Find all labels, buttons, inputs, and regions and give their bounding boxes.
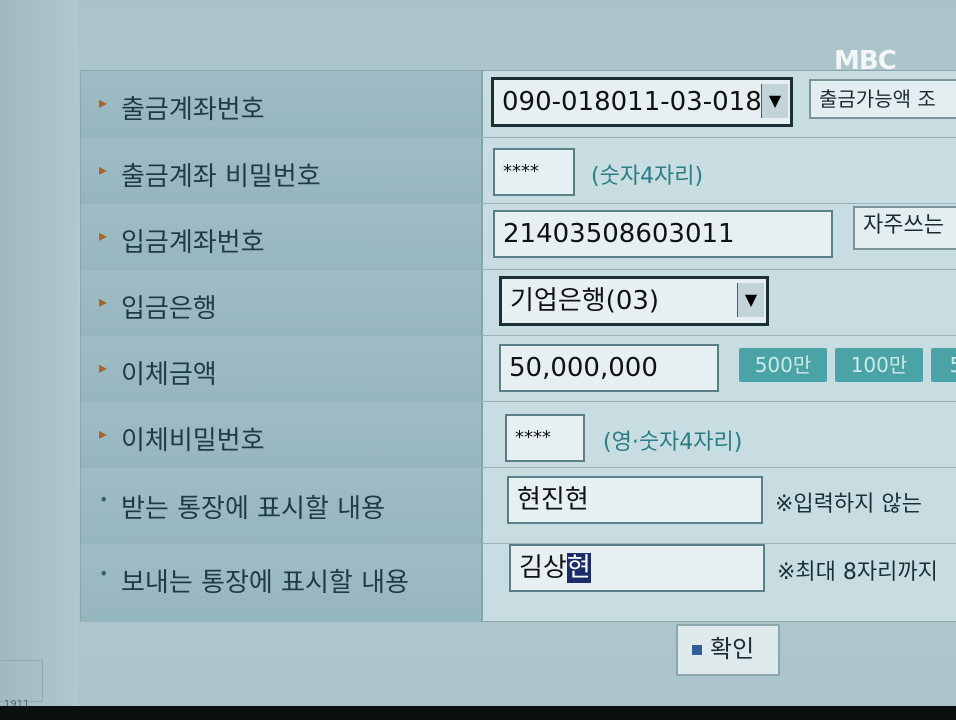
quick-amount-button[interactable]: 5 xyxy=(931,348,956,382)
row-label: 출금계좌 비밀번호 xyxy=(99,156,321,193)
background-window-fragment: 1911 xyxy=(0,660,43,710)
transfer-form: 출금계좌번호 090-018011-03-018 ▼ 출금가능액 조 출금계좌 … xyxy=(80,70,956,622)
recipient-memo-input[interactable]: 현진현 xyxy=(507,476,763,524)
sender-memo-selected-char: 현 xyxy=(566,553,591,583)
quick-amount-1m-button[interactable]: 100만 xyxy=(835,348,923,382)
row-label: 입금계좌번호 xyxy=(99,222,264,259)
label-cell: 입금은행 xyxy=(81,270,483,336)
sender-memo-input[interactable]: 김상현 xyxy=(509,544,765,592)
chevron-down-icon[interactable]: ▼ xyxy=(737,283,764,317)
amount-input[interactable]: 50,000,000 xyxy=(499,344,719,392)
row-label: 이체금액 xyxy=(99,354,217,391)
row-label: 입금은행 xyxy=(99,288,217,325)
deposit-bank-select[interactable]: 기업은행(03) ▼ xyxy=(499,276,769,326)
row-withdraw-password: 출금계좌 비밀번호 **** (숫자4자리) xyxy=(81,137,956,204)
sender-memo-text: 김상 xyxy=(519,553,567,583)
frequent-accounts-button[interactable]: 자주쓰는 xyxy=(853,206,956,250)
withdraw-account-select[interactable]: 090-018011-03-018 ▼ xyxy=(491,77,793,127)
row-recipient-memo: 받는 통장에 표시할 내용 현진현 ※입력하지 않는 xyxy=(81,467,956,544)
confirm-label: 확인 xyxy=(710,635,755,663)
row-deposit-bank: 입금은행 기업은행(03) ▼ xyxy=(81,269,956,336)
withdraw-password-hint: (숫자4자리) xyxy=(591,164,704,189)
label-cell: 이체비밀번호 xyxy=(81,402,483,468)
row-label: 받는 통장에 표시할 내용 xyxy=(99,488,385,525)
label-cell: 이체금액 xyxy=(81,336,483,402)
transfer-password-hint: (영·숫자4자리) xyxy=(603,430,743,455)
row-label: 보내는 통장에 표시할 내용 xyxy=(99,562,409,599)
row-label: 출금계좌번호 xyxy=(99,89,264,126)
transfer-password-input[interactable]: **** xyxy=(505,414,585,462)
square-bullet-icon xyxy=(692,645,702,655)
quick-amount-5m-button[interactable]: 500만 xyxy=(739,348,827,382)
screen-bottom-bar xyxy=(0,706,956,720)
confirm-button[interactable]: 확인 xyxy=(676,624,780,676)
row-label: 이체비밀번호 xyxy=(99,420,264,457)
label-cell: 보내는 통장에 표시할 내용 xyxy=(81,544,483,622)
left-page-edge xyxy=(0,0,78,720)
label-cell: 출금계좌번호 xyxy=(81,71,483,137)
row-deposit-account: 입금계좌번호 21403508603011 자주쓰는 xyxy=(81,203,956,270)
row-withdraw-account: 출금계좌번호 090-018011-03-018 ▼ 출금가능액 조 xyxy=(81,71,956,137)
label-cell: 입금계좌번호 xyxy=(81,204,483,270)
row-sender-memo: 보내는 통장에 표시할 내용 김상현 ※최대 8자리까지 xyxy=(81,543,956,622)
label-cell: 출금계좌 비밀번호 xyxy=(81,138,483,204)
label-cell: 받는 통장에 표시할 내용 xyxy=(81,468,483,544)
deposit-account-input[interactable]: 21403508603011 xyxy=(493,210,833,258)
chevron-down-icon[interactable]: ▼ xyxy=(761,84,788,118)
withdraw-password-input[interactable]: **** xyxy=(493,148,575,196)
recipient-memo-note: ※입력하지 않는 xyxy=(775,492,922,517)
withdraw-account-value: 090-018011-03-018 xyxy=(502,87,762,117)
deposit-bank-value: 기업은행(03) xyxy=(510,286,660,316)
row-transfer-password: 이체비밀번호 **** (영·숫자4자리) xyxy=(81,401,956,468)
available-balance-button[interactable]: 출금가능액 조 xyxy=(809,79,956,119)
row-amount: 이체금액 50,000,000 500만 100만 5 xyxy=(81,335,956,402)
sender-memo-note: ※최대 8자리까지 xyxy=(777,560,938,585)
